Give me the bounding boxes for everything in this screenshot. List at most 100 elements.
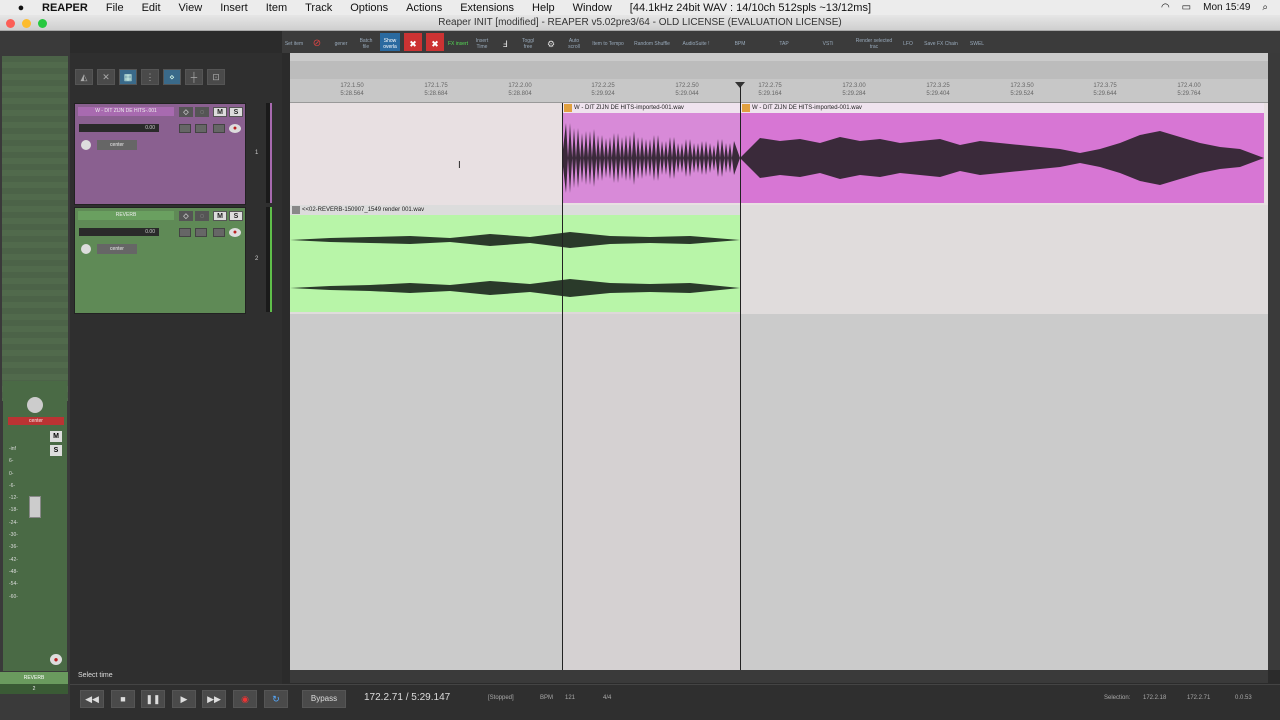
apple-icon[interactable]: ● — [14, 2, 28, 14]
toolbar-button[interactable]: SWEL — [966, 33, 988, 51]
menu-track[interactable]: Track — [305, 2, 332, 14]
battery-icon[interactable]: ▭ — [1182, 2, 1191, 13]
phase-button[interactable]: ◌ — [195, 107, 209, 117]
no-entry-icon[interactable]: ⊘ — [308, 33, 326, 51]
pause-button[interactable]: ❚❚ — [141, 690, 165, 708]
toolbar-button[interactable]: LFO — [900, 33, 916, 51]
spotlight-icon[interactable]: ⌕ — [1262, 2, 1268, 13]
track-name[interactable]: REVERB — [78, 211, 174, 220]
mute-button[interactable]: M — [213, 107, 227, 117]
rewind-button[interactable]: ◀◀ — [80, 690, 104, 708]
monitor-icon[interactable] — [213, 228, 225, 237]
horizontal-scrollbar[interactable] — [290, 670, 1268, 683]
delete-icon[interactable]: ✖ — [426, 33, 444, 51]
minimize-window-button[interactable] — [22, 19, 31, 28]
item-icon[interactable] — [564, 104, 572, 112]
selection-length[interactable]: 0.0.53 — [1235, 695, 1252, 701]
crossfade-icon[interactable]: ✕ — [97, 69, 115, 85]
media-item[interactable]: W - DIT ZIJN DE HITS-imported-001.wav — [740, 103, 1264, 203]
route-icon[interactable] — [195, 228, 207, 237]
env-icon[interactable] — [179, 228, 191, 237]
lock-icon[interactable]: ⊡ — [207, 69, 225, 85]
pan-knob[interactable] — [27, 397, 43, 413]
ripple-icon[interactable]: ◭ — [75, 69, 93, 85]
menu-extensions[interactable]: Extensions — [460, 2, 514, 14]
zoom-window-button[interactable] — [38, 19, 47, 28]
toolbar-button[interactable]: FX insert — [448, 33, 468, 51]
forward-button[interactable]: ▶▶ — [202, 690, 226, 708]
toolbar-button[interactable]: Random Shuffle — [632, 33, 672, 51]
solo-button[interactable]: S — [229, 107, 243, 117]
settings-icon[interactable]: ⚙ — [542, 33, 560, 51]
volume-slider[interactable]: 0.00 — [79, 228, 159, 236]
fx-icon[interactable]: Ⅎ — [496, 33, 514, 51]
route-icon[interactable] — [195, 124, 207, 133]
fx-button[interactable]: ◇ — [179, 107, 193, 117]
grid-icon[interactable]: ⋮ — [141, 69, 159, 85]
edit-cursor[interactable] — [740, 86, 741, 670]
record-arm-button[interactable]: ● — [229, 228, 241, 237]
env-icon[interactable] — [179, 124, 191, 133]
toolbar-button[interactable]: Render selected trac — [852, 33, 896, 51]
menu-item[interactable]: Item — [266, 2, 287, 14]
monitor-icon[interactable] — [213, 124, 225, 133]
pan-knob[interactable] — [81, 140, 91, 150]
toolbar-button[interactable]: Item to Tempo — [588, 33, 628, 51]
mute-button[interactable]: M — [213, 211, 227, 221]
grid-snap-icon[interactable]: ▦ — [119, 69, 137, 85]
volume-slider[interactable]: 0.00 — [79, 124, 159, 132]
record-button[interactable]: ◉ — [233, 690, 257, 708]
selection-end[interactable]: 172.2.71 — [1187, 695, 1210, 701]
menu-help[interactable]: Help — [532, 2, 555, 14]
toolbar-button[interactable]: gener — [330, 33, 352, 51]
media-item[interactable]: W - DIT ZIJN DE HITS-imported-001.wav — [562, 103, 740, 203]
solo-button[interactable]: S — [229, 211, 243, 221]
clock[interactable]: Mon 15:49 — [1203, 2, 1250, 13]
menu-insert[interactable]: Insert — [220, 2, 248, 14]
track-name[interactable]: W - DIT ZIJN DE HITS-.001 — [78, 107, 174, 116]
app-menu[interactable]: REAPER — [42, 2, 88, 14]
volume-fader[interactable] — [29, 496, 41, 518]
media-item[interactable]: <<02-REVERB-150907_1549 render 001.wav — [290, 205, 740, 312]
position-display[interactable]: 172.2.71 / 5:29.147 — [364, 692, 450, 703]
record-arm-button[interactable]: ● — [229, 124, 241, 133]
fx-button[interactable]: ◇ — [179, 211, 193, 221]
selection-start[interactable]: 172.2.18 — [1143, 695, 1166, 701]
region-bar[interactable] — [290, 61, 1278, 79]
toolbar-button[interactable]: VSTi — [808, 33, 848, 51]
delete-icon[interactable]: ✖ — [404, 33, 422, 51]
toolbar-button[interactable]: Set item — [284, 33, 304, 51]
toolbar-button[interactable]: AudioSuite ! — [676, 33, 716, 51]
stop-button[interactable]: ■ — [111, 690, 135, 708]
track-2[interactable]: REVERB ◇ ◌ M S 0.00 ● center 2 — [74, 207, 258, 314]
menu-actions[interactable]: Actions — [406, 2, 442, 14]
toolbar-button[interactable]: Insert Time — [472, 33, 492, 51]
timeline-ruler[interactable]: 172.1.50 5:28.564 172.1.75 5:28.684 172.2.… — [290, 79, 1278, 103]
repeat-button[interactable]: ↻ — [264, 690, 288, 708]
toolbar-button[interactable]: Batch file — [356, 33, 376, 51]
menu-view[interactable]: View — [179, 2, 203, 14]
item-group-icon[interactable]: ⋄ — [163, 69, 181, 85]
play-button[interactable]: ▶ — [172, 690, 196, 708]
menu-window[interactable]: Window — [573, 2, 612, 14]
menu-edit[interactable]: Edit — [142, 2, 161, 14]
item-icon[interactable] — [292, 206, 300, 214]
menu-options[interactable]: Options — [350, 2, 388, 14]
toolbar-button[interactable]: Toggl free — [518, 33, 538, 51]
menu-file[interactable]: File — [106, 2, 124, 14]
toolbar-button[interactable]: Save FX Chain — [920, 33, 962, 51]
bpm-value[interactable]: 121 — [565, 695, 575, 701]
toolbar-button[interactable]: Show overla — [380, 33, 400, 51]
toolbar-button[interactable]: Auto scroll — [564, 33, 584, 51]
bypass-button[interactable]: Bypass — [302, 690, 346, 708]
markers-icon[interactable]: ┼ — [185, 69, 203, 85]
toolbar-button[interactable]: TAP — [764, 33, 804, 51]
phase-button[interactable]: ◌ — [195, 211, 209, 221]
mixer-solo-button[interactable]: S — [50, 445, 62, 456]
mixer-record-arm[interactable]: ● — [50, 654, 62, 665]
item-icon[interactable] — [742, 104, 750, 112]
mixer-mute-button[interactable]: M — [50, 431, 62, 442]
pan-knob[interactable] — [81, 244, 91, 254]
wifi-icon[interactable]: ◠ — [1161, 2, 1170, 13]
vertical-scrollbar[interactable] — [1268, 53, 1280, 670]
